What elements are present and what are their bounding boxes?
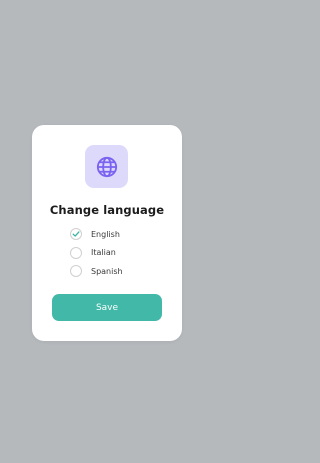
change-language-dialog: Change language English Italian Spanish … [32, 125, 182, 341]
language-option-english[interactable]: English [70, 227, 123, 241]
save-button[interactable]: Save [52, 294, 162, 321]
option-label: English [91, 229, 120, 239]
english-checkbox[interactable] [70, 228, 82, 240]
globe-icon-tile [85, 145, 128, 188]
language-options: English Italian Spanish [70, 227, 123, 283]
dialog-title: Change language [49, 203, 165, 217]
language-option-spanish[interactable]: Spanish [70, 264, 123, 278]
app-screen: { "dialog": { "icon": "globe-icon", "tit… [0, 0, 214, 463]
checkmark-icon [72, 231, 80, 237]
spanish-checkbox[interactable] [70, 265, 82, 277]
option-label: Spanish [91, 266, 123, 276]
language-option-italian[interactable]: Italian [70, 246, 123, 260]
italian-checkbox[interactable] [70, 246, 82, 259]
globe-icon [96, 156, 117, 177]
option-label: Italian [91, 248, 116, 257]
